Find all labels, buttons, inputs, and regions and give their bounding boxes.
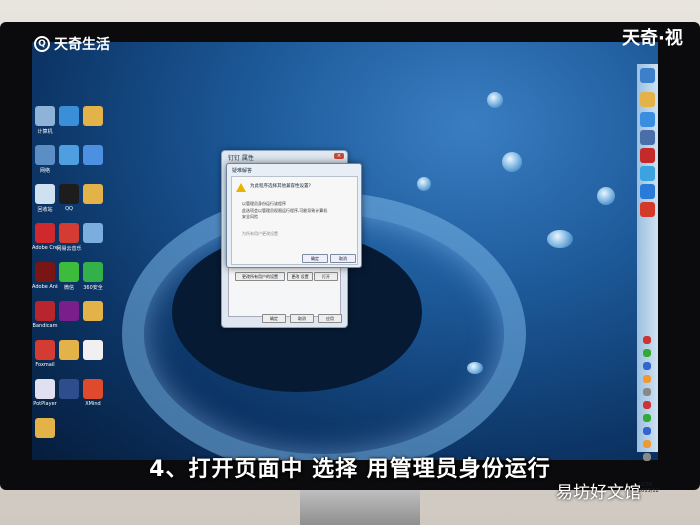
watermark-bottom-right: 易坊好文馆 <box>556 483 641 503</box>
browser-icon[interactable] <box>640 112 655 127</box>
water-drop <box>597 187 615 205</box>
desktop-icon-label: 微信 <box>63 285 74 291</box>
tray-icon[interactable] <box>643 362 651 370</box>
folder-icon[interactable] <box>83 106 103 126</box>
foxmail-icon[interactable] <box>35 340 55 360</box>
desktop-icon-label: 网络 <box>39 168 50 174</box>
water-drop <box>467 362 483 374</box>
search-logo-icon: Q <box>34 36 50 52</box>
dialog-cancel-button[interactable]: 取消 <box>330 254 356 263</box>
desktop-icon-label: QQ <box>65 206 73 212</box>
folder-icon[interactable] <box>59 340 79 360</box>
adobe-icon[interactable] <box>640 148 655 163</box>
tray-icon[interactable] <box>643 427 651 435</box>
desktop-icon-label: Foxmail <box>35 362 55 368</box>
cancel-button[interactable]: 取消 <box>290 314 314 323</box>
dialog-description: 安全风险 <box>242 214 258 219</box>
wps-icon[interactable] <box>640 202 655 217</box>
water-drop <box>487 92 503 108</box>
adobe-icon[interactable] <box>35 223 55 243</box>
app-icon[interactable] <box>59 301 79 321</box>
tray-icon[interactable] <box>643 375 651 383</box>
taskbar-clock[interactable]: 10:55 2015/12 <box>638 482 659 494</box>
tray-icon[interactable] <box>643 336 651 344</box>
qq-icon[interactable] <box>59 184 79 204</box>
security-360-icon[interactable] <box>83 262 103 282</box>
open-button[interactable]: 打开 <box>314 272 338 281</box>
desktop-icon-label: Bandicam <box>32 323 58 329</box>
warning-icon <box>236 183 246 192</box>
compatibility-dialog[interactable]: 疑难解答 为此程序选择其他兼容性设置? 以管理员身份运行该程序 此选项会以管理员… <box>226 163 362 268</box>
tray-icon[interactable] <box>643 440 651 448</box>
close-icon[interactable]: × <box>334 153 344 159</box>
computer-icon[interactable] <box>35 106 55 126</box>
dialog-body: 为此程序选择其他兼容性设置? 以管理员身份运行该程序 此选项会以管理员权限运行程… <box>231 176 358 265</box>
dialog-ok-button[interactable]: 确定 <box>302 254 328 263</box>
tray-icon[interactable] <box>643 414 651 422</box>
desktop-icon-label: XMind <box>85 401 101 407</box>
player-icon[interactable] <box>35 379 55 399</box>
app-icon[interactable] <box>59 145 79 165</box>
network-icon[interactable] <box>35 145 55 165</box>
xmind-icon[interactable] <box>83 379 103 399</box>
run-as-admin-option[interactable]: 以管理员身份运行该程序 <box>242 201 286 207</box>
explorer-icon[interactable] <box>640 92 655 107</box>
app-icon[interactable] <box>59 106 79 126</box>
properties-window-title: 钉钉 属性 <box>228 155 254 162</box>
app-icon[interactable] <box>83 223 103 243</box>
animate-icon[interactable] <box>35 262 55 282</box>
water-drop <box>502 152 522 172</box>
water-drop <box>417 177 431 191</box>
desktop-icon-label: 网易云音乐 <box>56 246 82 252</box>
dialog-title: 疑难解答 <box>232 168 253 174</box>
app-icon[interactable] <box>59 379 79 399</box>
change-settings-button[interactable]: 更改 设置 <box>287 272 313 281</box>
all-users-checkbox[interactable]: 为所有用户更改设置 <box>242 231 278 237</box>
desktop-icon-label: 360安全 <box>83 285 103 291</box>
file-icon[interactable] <box>83 340 103 360</box>
tray-icon[interactable] <box>643 349 651 357</box>
desktop-icon-label: 回收站 <box>37 207 53 213</box>
bandicam-icon[interactable] <box>35 301 55 321</box>
start-orb-icon[interactable] <box>640 68 655 83</box>
app-icon[interactable] <box>640 184 655 199</box>
tray-icon[interactable] <box>643 401 651 409</box>
desktop-icon-label: 计算机 <box>37 129 53 135</box>
taskbar: 10:55 2015/12 <box>637 64 659 494</box>
folder-icon[interactable] <box>83 184 103 204</box>
water-drop <box>547 230 573 248</box>
app-icon[interactable] <box>640 130 655 145</box>
monitor-stand <box>300 490 420 525</box>
watermark-top-left-text: 天奇生活 <box>54 37 110 53</box>
desktop-icon-label: Adobe Creati... <box>32 245 58 251</box>
tray-icon[interactable] <box>643 388 651 396</box>
folder-icon[interactable] <box>83 301 103 321</box>
apply-button[interactable]: 应用 <box>318 314 342 323</box>
desktop-icon-label: PotPlayer <box>33 401 57 407</box>
folder-icon[interactable] <box>35 418 55 438</box>
dialog-question: 为此程序选择其他兼容性设置? <box>250 184 311 189</box>
watermark-top-right: 天奇·视 <box>622 28 683 49</box>
netease-music-icon[interactable] <box>59 223 79 243</box>
watermark-top-left: Q 天奇生活 <box>34 34 110 54</box>
change-all-users-button[interactable]: 更改所有用户的设置 <box>235 272 285 281</box>
recycle-bin-icon[interactable] <box>35 184 55 204</box>
wechat-icon[interactable] <box>59 262 79 282</box>
ok-button[interactable]: 确定 <box>262 314 286 323</box>
app-icon[interactable] <box>83 145 103 165</box>
ie-icon[interactable] <box>640 166 655 181</box>
desktop-icon-label: Adobe Animate <box>32 284 58 290</box>
